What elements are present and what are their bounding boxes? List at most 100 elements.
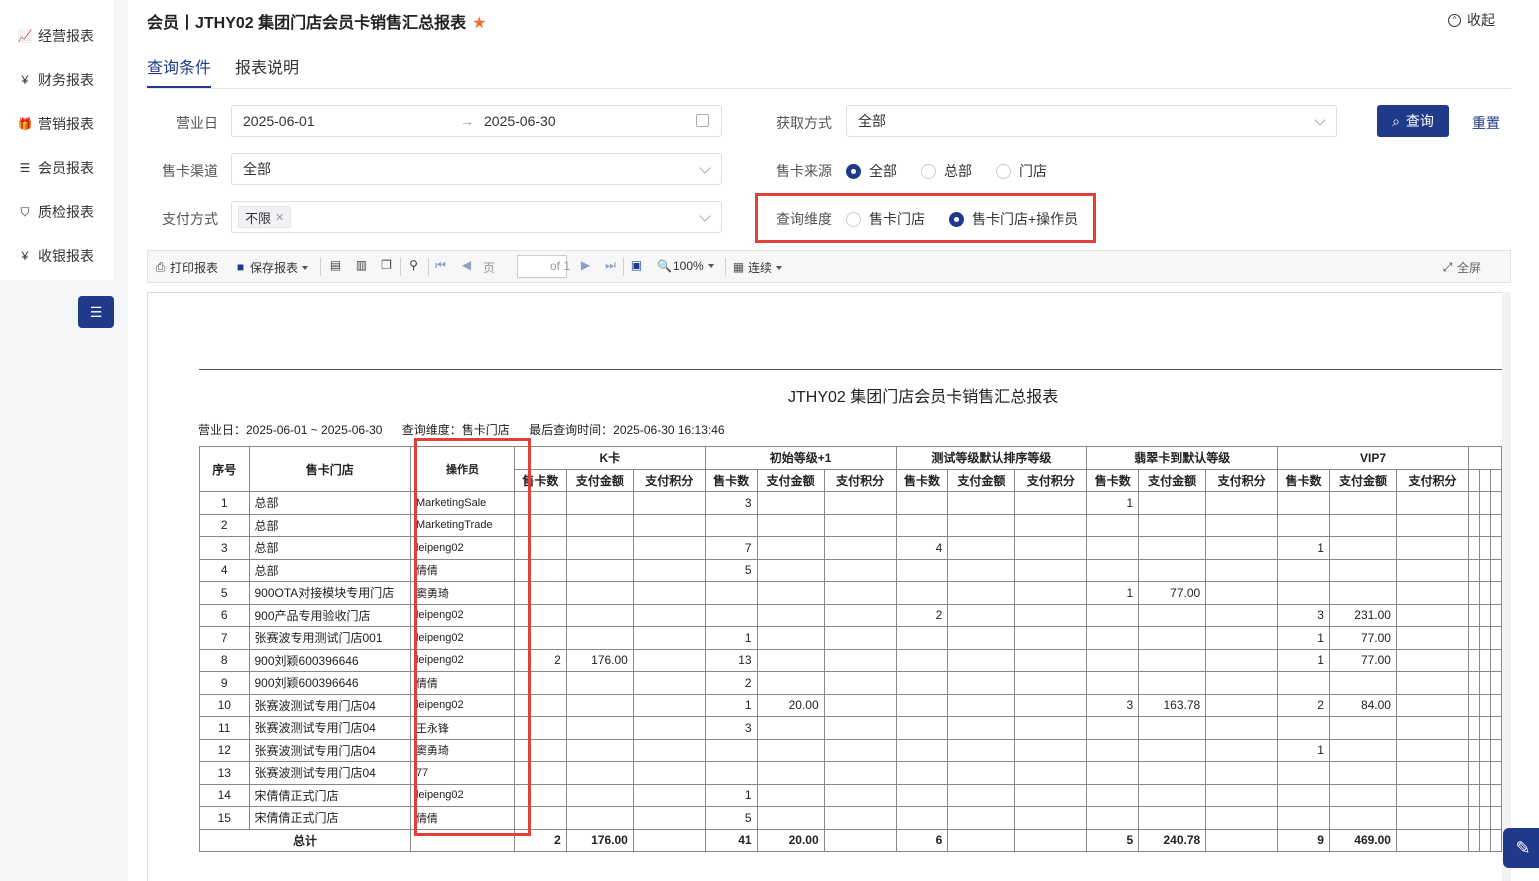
next-page-button[interactable]: ▶ bbox=[579, 259, 595, 272]
cell-no: 15 bbox=[199, 806, 250, 830]
col-header-store: 售卡门店 bbox=[248, 446, 411, 492]
first-page-button[interactable]: ⏮ bbox=[434, 259, 450, 272]
cell-value bbox=[565, 693, 634, 717]
zoom-select[interactable]: 🔍 100% bbox=[657, 259, 714, 273]
cell-value bbox=[1205, 671, 1279, 695]
col-group-header: 翡翠卡到默认等级 bbox=[1086, 446, 1279, 470]
cell-value bbox=[704, 581, 758, 605]
find-button[interactable]: ⚲ bbox=[407, 259, 423, 272]
cell-empty bbox=[1490, 648, 1502, 672]
radio-source-all[interactable]: 全部 bbox=[846, 161, 897, 181]
cell-value bbox=[947, 738, 1016, 762]
acquire-method-label: 获取方式 bbox=[776, 115, 832, 131]
cell-store: 900OTA对接模块专用门店 bbox=[248, 581, 411, 605]
cell-value bbox=[895, 626, 949, 650]
prev-page-button[interactable]: ◀ bbox=[460, 259, 476, 272]
cell-value bbox=[895, 671, 949, 695]
cell-value bbox=[895, 716, 949, 740]
star-icon[interactable]: ★ bbox=[472, 15, 486, 32]
total-value: 9 bbox=[1277, 828, 1330, 852]
cell-value bbox=[565, 783, 634, 807]
cell-value bbox=[1395, 581, 1470, 605]
sidebar-item-2[interactable]: ¥ 财务报表 bbox=[18, 69, 94, 91]
cell-value bbox=[565, 603, 634, 627]
date-range-picker[interactable]: 2025-06-01 → 2025-06-30 bbox=[231, 105, 722, 137]
table-row: 10 张赛波测试专用门店04 leipeng02 1 20.00 3 163.78 2 84.0… bbox=[199, 693, 1502, 717]
sidebar-item-5[interactable]: ⛉ 质检报表 bbox=[18, 201, 94, 223]
cell-value bbox=[1205, 716, 1279, 740]
sidebar-toggle-button[interactable]: ☰ bbox=[78, 296, 114, 328]
table-row: 2 总部 MarketingTrade bbox=[199, 513, 1502, 537]
tab-query-conditions[interactable]: 查询条件 bbox=[147, 54, 212, 88]
print-report-button[interactable]: ⎙ 打印报表 bbox=[154, 259, 218, 276]
cell-empty bbox=[1479, 581, 1491, 605]
total-value: 5 bbox=[1086, 828, 1140, 852]
cell-value bbox=[1086, 558, 1140, 582]
collapse-button[interactable]: ^ 收起 bbox=[1448, 10, 1495, 30]
cell-value bbox=[632, 761, 706, 785]
finance-icon: ¥ bbox=[21, 73, 29, 87]
cell-empty bbox=[1490, 581, 1502, 605]
fullscreen-button[interactable]: ⤢ 全屏 bbox=[1441, 259, 1481, 276]
vertical-scrollbar[interactable] bbox=[1502, 292, 1511, 881]
cell-value bbox=[1395, 693, 1470, 717]
cell-empty bbox=[1479, 783, 1491, 807]
cell-value bbox=[895, 558, 949, 582]
tab-report-description[interactable]: 报表说明 bbox=[235, 54, 299, 78]
cell-value bbox=[1395, 491, 1470, 515]
col-sub-header: 支付积分 bbox=[1014, 468, 1088, 492]
cell-empty bbox=[1490, 716, 1502, 740]
cell-value bbox=[756, 581, 825, 605]
cell-value bbox=[1014, 738, 1088, 762]
paste-button[interactable]: ▥ bbox=[355, 259, 371, 272]
cell-no: 9 bbox=[199, 671, 250, 695]
feedback-button[interactable]: ✎ bbox=[1503, 828, 1539, 868]
cell-value bbox=[895, 783, 949, 807]
sidebar-item-4[interactable]: ☰ 会员报表 bbox=[18, 157, 94, 179]
view-mode-button[interactable]: ▣ bbox=[630, 259, 646, 272]
cell-value bbox=[756, 671, 825, 695]
cell-value bbox=[565, 716, 634, 740]
cell-empty bbox=[1490, 738, 1502, 762]
cell-store: 900刘颖600396646 bbox=[248, 648, 411, 672]
reset-button[interactable]: 重置 bbox=[1472, 113, 1500, 133]
collapse-label: 收起 bbox=[1467, 12, 1495, 28]
sidebar-item-3[interactable]: 🎁 营销报表 bbox=[18, 113, 94, 135]
total-value bbox=[632, 828, 706, 852]
page-setup-button[interactable]: ▤ bbox=[329, 259, 345, 272]
cell-value bbox=[1205, 761, 1279, 785]
cell-empty bbox=[1479, 603, 1491, 627]
highlight-box-dimension bbox=[755, 193, 1096, 243]
radio-checked-icon bbox=[846, 163, 861, 179]
col-sub-header: 售卡数 bbox=[704, 468, 758, 492]
sidebar-item-1[interactable]: 📈 经营报表 bbox=[18, 25, 94, 47]
copy-button[interactable]: ❐ bbox=[380, 259, 396, 272]
cell-value bbox=[895, 513, 949, 537]
cell-value bbox=[1205, 491, 1279, 515]
cell-value bbox=[1328, 783, 1397, 807]
radio-source-hq[interactable]: 总部 bbox=[921, 161, 972, 181]
sidebar-item-6[interactable]: ¥ 收银报表 bbox=[18, 245, 94, 267]
radio-unchecked-icon bbox=[996, 163, 1011, 179]
col-group-header: 测试等级默认排序等级 bbox=[895, 446, 1088, 470]
last-page-button[interactable]: ⏭ bbox=[604, 259, 620, 272]
sidebar: 📈 经营报表 ¥ 财务报表 🎁 营销报表 ☰ 会员报表 ⛉ 质检报表 ¥ 收银报表 bbox=[0, 0, 114, 280]
cell-value bbox=[1014, 536, 1088, 560]
radio-source-store[interactable]: 门店 bbox=[996, 161, 1047, 181]
payment-method-select[interactable]: 不限 ✕ bbox=[231, 201, 722, 233]
clipboard-icon: ▥ bbox=[355, 258, 368, 272]
report-title: JTHY02 集团门店会员卡销售汇总报表 bbox=[788, 389, 1059, 406]
close-icon[interactable]: ✕ bbox=[275, 211, 284, 224]
copy-icon: ❐ bbox=[381, 258, 392, 272]
cell-value: 3 bbox=[1277, 603, 1330, 627]
sales-channel-select[interactable]: 全部 bbox=[231, 153, 722, 185]
save-report-button[interactable]: ■ 保存报表 bbox=[234, 259, 309, 276]
cell-store: 总部 bbox=[248, 513, 411, 537]
acquire-method-select[interactable]: 全部 bbox=[846, 105, 1337, 137]
table-row: 12 张赛波测试专用门店04 窦勇琦 1 bbox=[199, 738, 1502, 762]
cell-value bbox=[1014, 761, 1088, 785]
query-button[interactable]: ⌕ 查询 bbox=[1377, 105, 1449, 137]
cell-empty bbox=[1479, 693, 1491, 717]
cell-value bbox=[1277, 491, 1330, 515]
display-mode-select[interactable]: ▦ 连续 bbox=[732, 259, 783, 276]
